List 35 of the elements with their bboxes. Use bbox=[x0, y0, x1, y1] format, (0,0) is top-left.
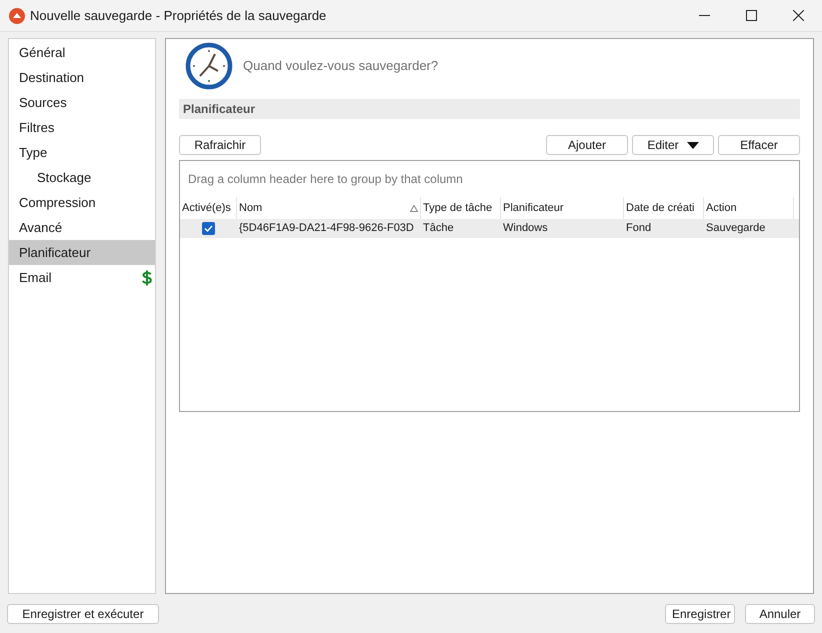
sidebar-item[interactable]: Email bbox=[9, 265, 155, 290]
footer-button[interactable]: Enregistrer bbox=[665, 604, 735, 624]
toolbar-button[interactable]: Rafraichir bbox=[179, 135, 261, 155]
footer-button[interactable]: Annuler bbox=[745, 604, 815, 624]
app-logo-icon bbox=[9, 8, 25, 24]
sidebar-item[interactable]: Filtres bbox=[9, 115, 155, 140]
close-icon[interactable] bbox=[793, 10, 804, 21]
dollar-icon bbox=[142, 270, 152, 286]
group-hint: Drag a column header here to group by that column bbox=[188, 171, 463, 188]
sort-ascending-icon bbox=[410, 204, 418, 212]
table-cell-text: Sauvegarde bbox=[705, 221, 766, 236]
sidebar-item[interactable]: Destination bbox=[9, 65, 155, 90]
toolbar-button[interactable]: Ajouter bbox=[546, 135, 628, 155]
sidebar-item[interactable]: Général bbox=[9, 40, 155, 65]
section-title: Planificateur bbox=[183, 101, 256, 118]
checkbox[interactable] bbox=[202, 222, 215, 235]
sidebar-item[interactable]: Avancé bbox=[9, 215, 155, 240]
table-cell-text: {5D46F1A9-DA21-4F98-9626-F03D bbox=[238, 221, 415, 236]
question-text: Quand voulez-vous sauvegarder? bbox=[243, 57, 438, 76]
grid-row[interactable]: {5D46F1A9-DA21-4F98-9626-F03D Tâche Windows Fond Sauvegarde bbox=[180, 219, 799, 238]
footer-button[interactable]: Enregistrer et exécuter bbox=[7, 604, 159, 624]
sidebar-item[interactable]: Sources bbox=[9, 90, 155, 115]
maximize-icon[interactable] bbox=[746, 10, 757, 21]
table-cell-text: Tâche bbox=[422, 221, 455, 236]
sidebar-item[interactable]: Type bbox=[9, 140, 155, 165]
sidebar-item[interactable]: Stockage bbox=[9, 165, 155, 190]
clock-icon bbox=[185, 42, 233, 90]
sidebar-item[interactable]: Compression bbox=[9, 190, 155, 215]
toolbar-button[interactable]: Editer bbox=[632, 135, 714, 155]
toolbar-button[interactable]: Effacer bbox=[718, 135, 800, 155]
table-cell-text: Fond bbox=[625, 221, 652, 236]
window-title: Nouvelle sauvegarde - Propriétés de la sauvegarde bbox=[30, 6, 326, 25]
caret-icon bbox=[686, 142, 699, 148]
sidebar-item[interactable]: Planificateur bbox=[9, 240, 155, 265]
table-cell-text: Windows bbox=[502, 221, 549, 236]
